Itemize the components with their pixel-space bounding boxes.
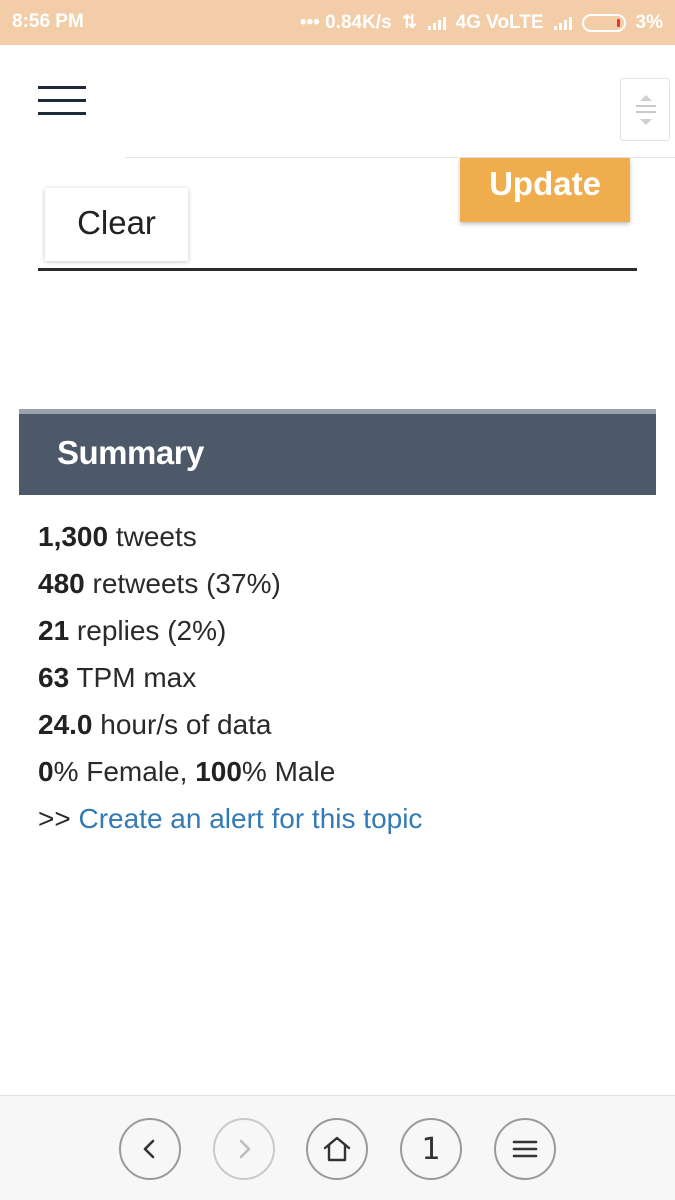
tpm-stat: 63 TPM max	[38, 659, 638, 706]
browser-bottom-nav: 1	[0, 1095, 675, 1200]
battery-icon	[581, 13, 626, 32]
retweets-label: retweets (37%)	[84, 568, 281, 599]
summary-title: Summary	[57, 434, 204, 471]
signal-icon-secondary	[553, 16, 572, 30]
replies-stat: 21 replies (2%)	[38, 612, 638, 659]
network-speed: ••• 0.84K/s	[299, 11, 392, 33]
tab-count: 1	[421, 1131, 441, 1167]
browser-menu-button[interactable]	[494, 1118, 556, 1180]
back-button[interactable]	[119, 1118, 181, 1180]
male-label: % Male	[241, 756, 336, 787]
chevron-right-icon	[239, 1139, 251, 1159]
female-percent: 0	[38, 756, 54, 787]
tweets-label: tweets	[108, 521, 197, 552]
data-arrows-icon: ⇅	[401, 12, 418, 33]
arrow-down-icon	[640, 119, 652, 125]
chevron-left-icon	[143, 1139, 155, 1159]
hours-label: hour/s of data	[92, 709, 272, 740]
handle-line	[636, 105, 656, 107]
battery-percent: 3%	[635, 11, 663, 33]
tabs-button[interactable]: 1	[400, 1118, 462, 1180]
status-indicators: ••• 0.84K/s ⇅ 4G VoLTE 3%	[300, 11, 663, 34]
home-icon	[323, 1136, 351, 1162]
hamburger-menu-icon[interactable]	[38, 86, 86, 116]
create-alert-link[interactable]: Create an alert for this topic	[78, 803, 422, 834]
gender-stat: 0% Female, 100% Male	[38, 753, 638, 800]
female-label: % Female,	[53, 756, 196, 787]
hours-stat: 24.0 hour/s of data	[38, 706, 638, 753]
arrow-up-icon	[640, 95, 652, 101]
retweets-stat: 480 retweets (37%)	[38, 565, 638, 612]
tpm-count: 63	[38, 662, 70, 693]
forward-button[interactable]	[213, 1118, 275, 1180]
menu-icon	[512, 1140, 538, 1158]
handle-line	[636, 111, 656, 113]
signal-icon	[427, 16, 446, 30]
alert-prefix: >>	[38, 803, 79, 834]
tpm-label: TPM max	[69, 662, 197, 693]
tweets-count: 1,300	[38, 521, 109, 552]
replies-count: 21	[38, 615, 70, 646]
replies-label: replies (2%)	[69, 615, 227, 646]
tweets-stat: 1,300 tweets	[38, 518, 638, 565]
summary-stats: 1,300 tweets 480 retweets (37%) 21 repli…	[38, 518, 638, 847]
retweets-count: 480	[38, 568, 85, 599]
update-button[interactable]: Update	[460, 158, 630, 222]
network-type: 4G VoLTE	[455, 11, 544, 33]
male-percent: 100	[195, 756, 242, 787]
alert-row: >> Create an alert for this topic	[38, 800, 638, 847]
clear-button[interactable]: Clear	[45, 188, 188, 261]
search-input-underline[interactable]	[38, 268, 637, 271]
status-time: 8:56 PM	[12, 11, 84, 32]
summary-panel-header: Summary	[19, 409, 656, 495]
hours-count: 24.0	[38, 709, 93, 740]
home-button[interactable]	[306, 1118, 368, 1180]
status-bar: 8:56 PM ••• 0.84K/s ⇅ 4G VoLTE 3%	[0, 0, 675, 45]
scroll-handle-icon[interactable]	[620, 78, 670, 141]
